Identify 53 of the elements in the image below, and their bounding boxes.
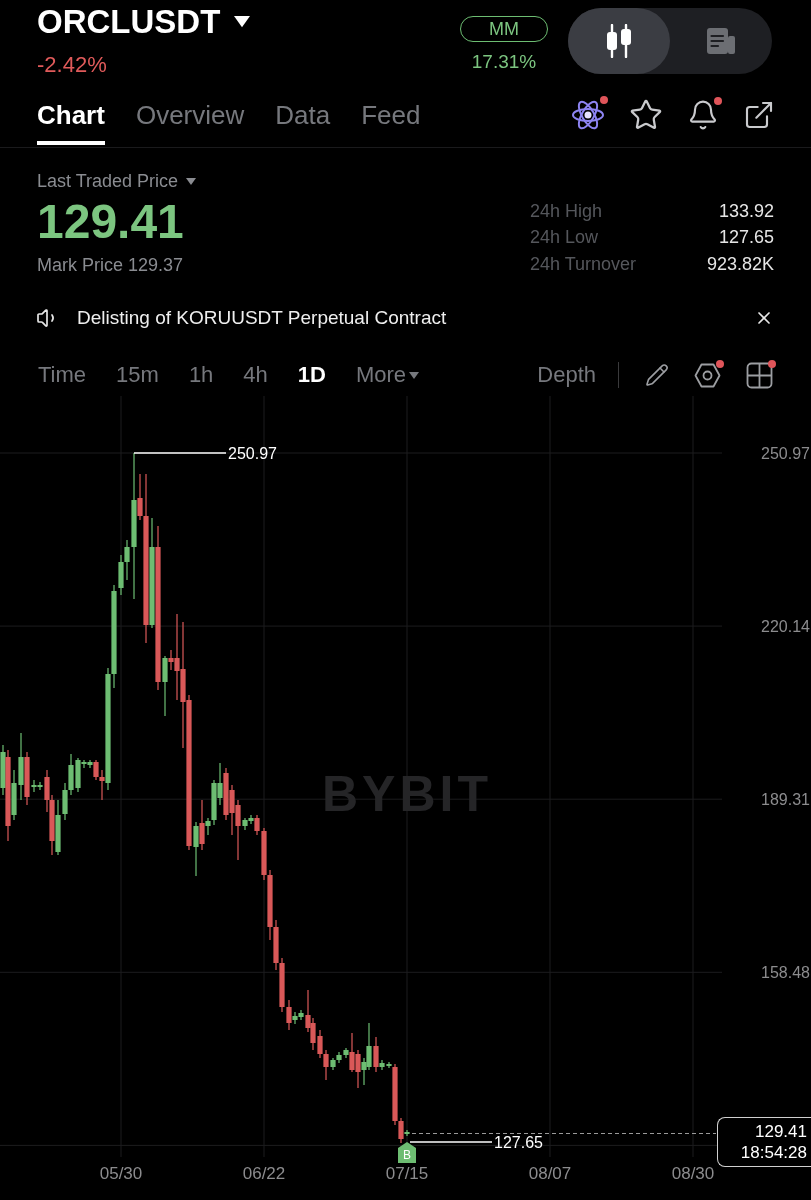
tab[interactable]: Overview xyxy=(135,100,245,145)
tab[interactable]: Chart xyxy=(37,100,105,145)
date-axis-label: 05/30 xyxy=(99,1164,143,1183)
star-icon[interactable] xyxy=(629,98,663,132)
bell-icon[interactable] xyxy=(687,99,719,131)
date-axis-label: 08/30 xyxy=(671,1164,715,1183)
stat-label: 24h Low xyxy=(530,226,599,249)
caret-icon xyxy=(409,371,420,379)
high-price-label: 250.97 xyxy=(228,444,277,462)
rising-candle xyxy=(162,656,168,716)
rising-candle xyxy=(404,1130,410,1136)
interval-tab[interactable]: 4h xyxy=(243,361,268,389)
stat-value: 133.92 xyxy=(718,200,774,223)
rising-candle xyxy=(0,745,6,795)
caret-icon xyxy=(186,177,197,185)
stat-label: 24h Turnover xyxy=(530,252,637,275)
mark-price: Mark Price 129.37 xyxy=(37,254,185,276)
date-axis-label: 07/15 xyxy=(385,1164,429,1183)
share-icon[interactable] xyxy=(743,99,775,131)
date-axis-label: 06/22 xyxy=(242,1164,286,1183)
price-axis-label: 220.14 xyxy=(761,617,810,635)
more-intervals-button[interactable]: More xyxy=(355,361,420,389)
tab[interactable]: Feed xyxy=(361,100,421,145)
grid-icon[interactable] xyxy=(746,361,773,389)
falling-candle xyxy=(199,800,205,850)
atom-icon[interactable] xyxy=(571,98,605,132)
price-type-selector[interactable]: Last Traded Price xyxy=(37,170,179,192)
interval-tab[interactable]: 1h xyxy=(188,361,214,389)
price-change: -2.42% xyxy=(37,52,108,78)
candle-countdown: 18:54:28 xyxy=(740,1142,807,1163)
hexagon-settings-icon[interactable] xyxy=(694,361,721,389)
mm-rate: 17.31% xyxy=(471,51,537,73)
stat-value: 923.82K xyxy=(706,252,774,275)
tab[interactable]: Data xyxy=(275,100,331,145)
last-price-value: 129.41 xyxy=(755,1121,807,1142)
newspaper-icon xyxy=(707,28,735,54)
price-axis-label: 158.48 xyxy=(761,963,810,981)
interval-tab[interactable]: 15m xyxy=(116,361,159,389)
candlestick-icon xyxy=(604,24,634,58)
symbol-title[interactable]: ORCLUSDT xyxy=(37,3,221,41)
interval-tab[interactable]: Time xyxy=(38,361,87,389)
depth-button[interactable]: Depth xyxy=(537,361,596,389)
price-axis-label: 250.97 xyxy=(761,444,810,462)
low-price-label: 127.65 xyxy=(494,1133,543,1151)
caret-icon xyxy=(234,16,251,28)
price-axis-label: 189.31 xyxy=(761,790,810,808)
announcement-text[interactable]: Delisting of KORUUSDT Perpetual Contract xyxy=(77,306,447,330)
stat-label: 24h High xyxy=(530,200,603,223)
pencil-icon[interactable] xyxy=(645,363,669,387)
interval-tab[interactable]: 1D xyxy=(297,361,326,389)
date-axis-label: 08/07 xyxy=(528,1164,572,1183)
last-traded-price: 129.41 xyxy=(37,196,185,248)
stat-value: 127.65 xyxy=(718,226,774,249)
